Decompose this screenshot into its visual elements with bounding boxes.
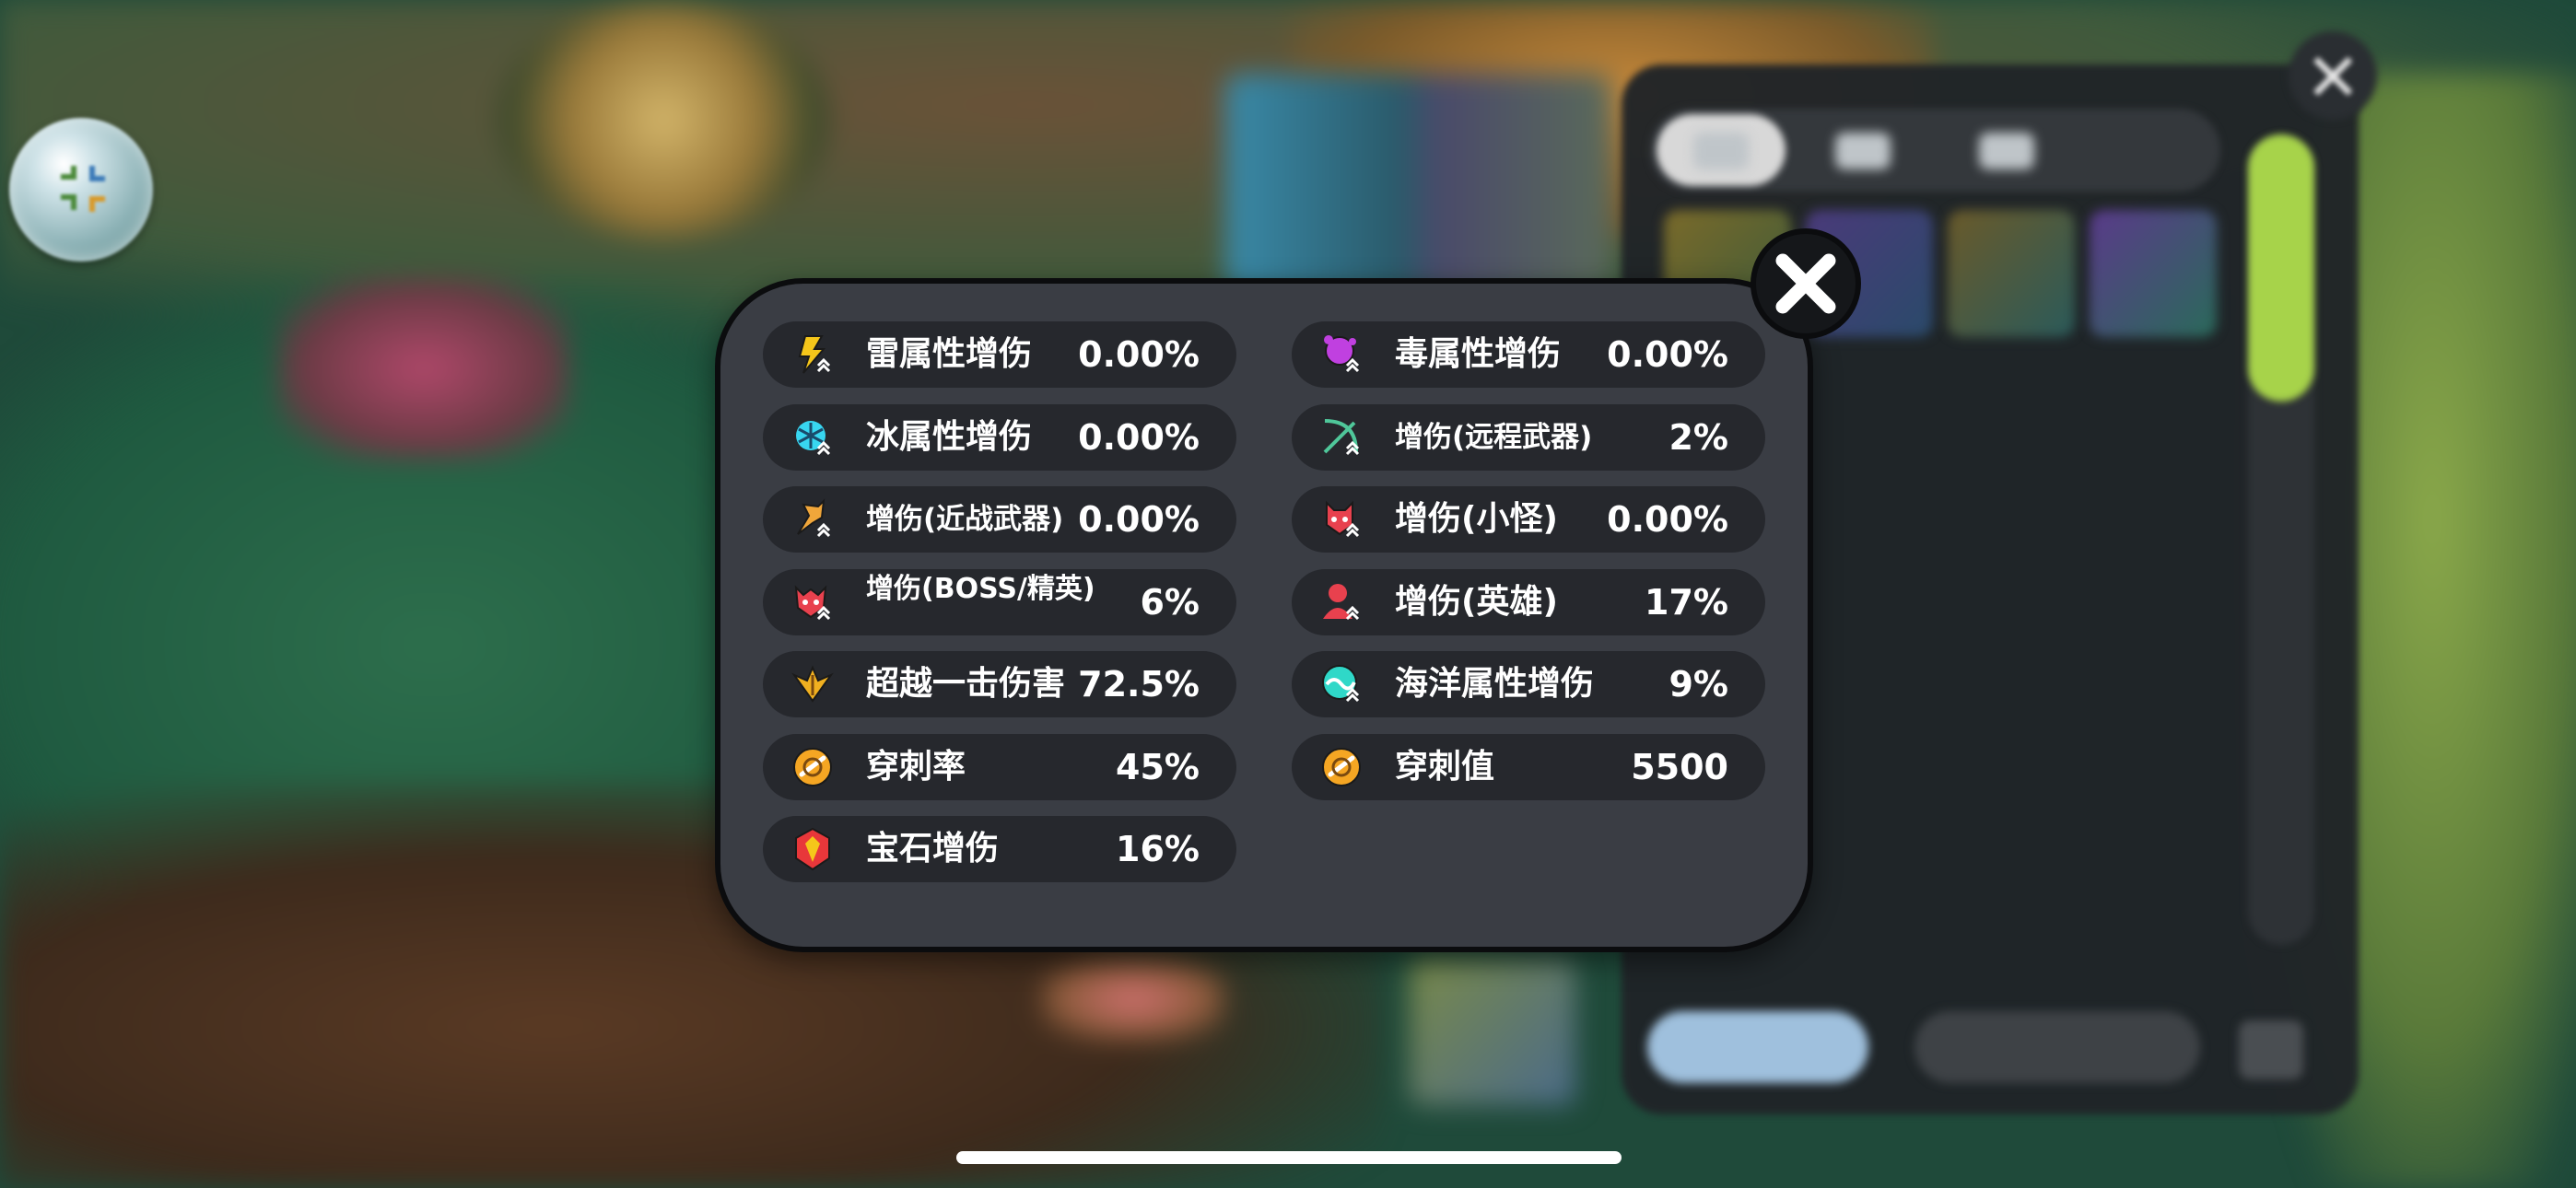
inventory-close-icon: ✕ <box>2305 39 2361 116</box>
stat-row-melee-damage: 增伤(近战武器) 0.00% <box>763 486 1236 553</box>
pierce-value-icon <box>1322 748 1361 786</box>
inventory-secondary-button[interactable] <box>1914 1011 2200 1083</box>
stat-value: 5500 <box>1631 747 1728 787</box>
stat-value: 0.00% <box>1078 417 1200 458</box>
stat-row-pierce-rate: 穿刺率 45% <box>763 734 1236 800</box>
stat-label: 超越一击伤害 <box>866 665 1066 703</box>
stat-label: 毒属性增伤 <box>1395 335 1562 373</box>
hero-icon <box>1323 584 1360 621</box>
stat-value: 6% <box>1140 582 1200 623</box>
pierce-rate-icon <box>793 748 832 786</box>
stat-value: 0.00% <box>1078 499 1200 540</box>
lightning-icon <box>798 335 831 374</box>
stat-label: 增伤(远程武器) <box>1395 421 1593 454</box>
stat-row-boss-elite-damage: 增伤(BOSS/精英) 6% <box>763 569 1236 635</box>
stat-label: 增伤(英雄) <box>1395 583 1558 621</box>
stat-label: 雷属性增伤 <box>866 335 1033 373</box>
stat-row-pierce-value: 穿刺值 5500 <box>1292 734 1765 800</box>
close-icon <box>1775 253 1836 314</box>
stat-label: 穿刺率 <box>866 748 966 786</box>
poison-icon <box>1324 335 1360 373</box>
stat-value: 16% <box>1116 829 1200 869</box>
stat-row-hero-damage: 增伤(英雄) 17% <box>1292 569 1765 635</box>
stat-label: 冰属性增伤 <box>866 418 1033 456</box>
stat-value: 0.00% <box>1078 334 1200 375</box>
stat-row-transcend-strike: 超越一击伤害 72.5% <box>763 651 1236 717</box>
stat-label: 宝石增伤 <box>866 830 1000 868</box>
inventory-slot[interactable] <box>1948 210 2075 337</box>
ocean-icon <box>1322 665 1360 703</box>
stat-label: 增伤(BOSS/精英) <box>866 573 1095 605</box>
stat-value: 2% <box>1669 417 1728 458</box>
world-flowers <box>1041 958 1225 1041</box>
stat-value: 0.00% <box>1607 334 1728 375</box>
inventory-scroll-thumb[interactable] <box>2248 134 2314 402</box>
game-screen: ✕ 雷属性增伤 0.00% 冰属性增伤 0.00% 增伤(近战武器) 0.00%… <box>0 0 2576 1188</box>
stat-value: 17% <box>1645 582 1728 623</box>
world-fortune-wheel <box>498 0 829 239</box>
tab-icon-3[interactable] <box>1979 133 2034 169</box>
stat-row-poison-damage: 毒属性增伤 0.00% <box>1292 321 1765 388</box>
stat-row-thunder-damage: 雷属性增伤 0.00% <box>763 321 1236 388</box>
snowflake-icon <box>796 421 831 456</box>
stat-label: 增伤(小怪) <box>1395 500 1558 538</box>
stat-value: 72.5% <box>1078 664 1200 705</box>
map-bubble-button[interactable] <box>9 118 153 262</box>
inventory-square-button[interactable] <box>2239 1020 2303 1079</box>
stat-label: 穿刺值 <box>1395 748 1495 786</box>
stat-row-minion-damage: 增伤(小怪) 0.00% <box>1292 486 1765 553</box>
stat-value: 45% <box>1116 747 1200 787</box>
world-card-stack <box>1225 74 1612 295</box>
melee-weapon-icon <box>797 498 831 538</box>
stat-row-ice-damage: 冰属性增伤 0.00% <box>763 404 1236 471</box>
inventory-slot[interactable] <box>2090 210 2217 337</box>
stat-label: 海洋属性增伤 <box>1395 665 1595 703</box>
stat-value: 9% <box>1669 664 1728 705</box>
home-indicator[interactable] <box>956 1151 1622 1164</box>
stat-label: 增伤(近战武器) <box>866 503 1064 536</box>
stat-row-gem-damage: 宝石增伤 16% <box>763 816 1236 882</box>
transcend-strike-icon <box>791 665 834 703</box>
stat-row-ranged-damage: 增伤(远程武器) 2% <box>1292 404 1765 471</box>
close-button[interactable] <box>1751 228 1861 339</box>
world-card-bottom <box>1410 958 1575 1105</box>
tab-icon-2[interactable] <box>1835 133 1891 169</box>
stat-value: 0.00% <box>1607 499 1728 540</box>
ranged-weapon-icon <box>1323 419 1360 456</box>
tab-icon-1 <box>1693 133 1749 169</box>
stat-row-ocean-damage: 海洋属性增伤 9% <box>1292 651 1765 717</box>
world-booth <box>276 276 571 460</box>
gem-icon <box>795 827 830 871</box>
minion-icon <box>1326 500 1360 538</box>
inventory-primary-button[interactable] <box>1647 1011 1868 1083</box>
map-icon <box>61 166 105 212</box>
boss-elite-icon <box>794 585 831 621</box>
